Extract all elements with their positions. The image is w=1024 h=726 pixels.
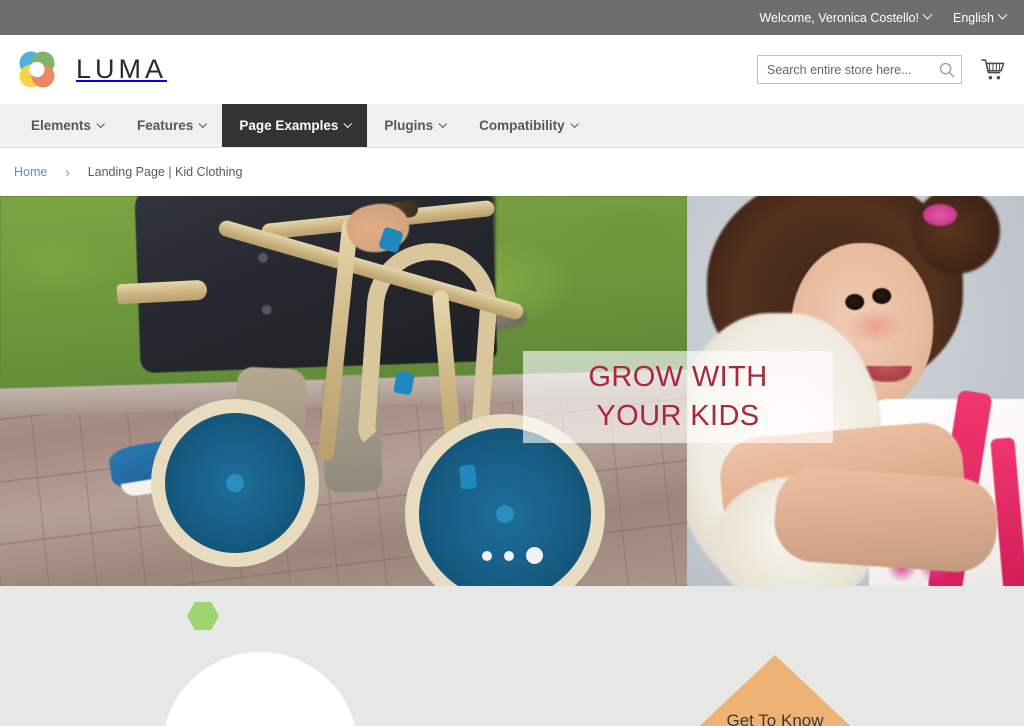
chevron-down-icon bbox=[922, 9, 933, 20]
nav-item-label: Compatibility bbox=[479, 118, 565, 133]
breadcrumb-current-page: Landing Page | Kid Clothing bbox=[87, 165, 243, 179]
search-button[interactable] bbox=[938, 61, 956, 79]
logo-link[interactable]: LUMA bbox=[14, 47, 167, 93]
site-header: LUMA bbox=[0, 35, 1024, 104]
girl-eye-left bbox=[845, 294, 865, 311]
carousel-dot-2[interactable] bbox=[503, 550, 514, 561]
nav-item-label: Page Examples bbox=[239, 118, 339, 133]
get-to-know-label: Get To Know bbox=[726, 711, 824, 726]
hero-banner: GROW WITH YOUR KIDS bbox=[0, 196, 1024, 586]
luma-logo-icon bbox=[14, 47, 60, 93]
breadcrumb-home-link[interactable]: Home bbox=[14, 165, 47, 179]
minicart-button[interactable] bbox=[980, 57, 1006, 83]
wheel-hub bbox=[492, 501, 519, 528]
green-hexagon-decoration bbox=[187, 602, 219, 630]
lower-content-section: Get To Know bbox=[0, 586, 1024, 726]
bike-blue-clamp bbox=[459, 464, 478, 490]
hero-caption-line1: GROW WITH bbox=[588, 360, 768, 393]
carousel-dot-1[interactable] bbox=[481, 550, 492, 561]
carousel-pagination bbox=[0, 547, 1024, 564]
hero-caption-overlay: GROW WITH YOUR KIDS bbox=[523, 351, 833, 443]
language-switcher[interactable]: English bbox=[953, 9, 1008, 25]
girl-hair-bow bbox=[922, 203, 957, 226]
carousel-dot-3-active[interactable] bbox=[525, 547, 543, 564]
chevron-down-icon bbox=[438, 119, 448, 128]
chevron-down-icon bbox=[96, 119, 105, 128]
nav-item-page-examples[interactable]: Page Examples bbox=[222, 104, 368, 147]
search-block bbox=[757, 55, 962, 84]
nav-item-features[interactable]: Features bbox=[120, 104, 222, 147]
logo-wordmark: LUMA bbox=[76, 54, 168, 84]
shopping-cart-icon bbox=[981, 59, 1005, 80]
bike-blue-clamp bbox=[393, 370, 415, 395]
top-panel: Welcome, Veronica Costello! English bbox=[0, 0, 1024, 35]
product-circle-card[interactable] bbox=[162, 652, 358, 726]
chevron-down-icon bbox=[343, 119, 353, 128]
get-to-know-tile[interactable]: Get To Know bbox=[690, 655, 860, 726]
bike-wheel-rear bbox=[151, 398, 320, 567]
girl-eye-right bbox=[872, 288, 892, 305]
nav-item-elements[interactable]: Elements bbox=[14, 104, 120, 147]
hero-caption-line2: YOUR KIDS bbox=[596, 400, 760, 432]
chevron-down-icon bbox=[997, 9, 1008, 20]
welcome-account-menu[interactable]: Welcome, Veronica Costello! bbox=[759, 9, 933, 25]
nav-item-label: Plugins bbox=[384, 118, 434, 133]
header-actions bbox=[757, 55, 1006, 84]
wheel-hub bbox=[222, 469, 249, 496]
nav-item-plugins[interactable]: Plugins bbox=[367, 104, 462, 147]
language-label: English bbox=[953, 10, 994, 25]
welcome-message: Welcome, Veronica Costello! bbox=[759, 10, 919, 25]
breadcrumb: Home › Landing Page | Kid Clothing bbox=[0, 148, 1024, 196]
nav-item-label: Features bbox=[137, 118, 194, 133]
nav-item-compatibility[interactable]: Compatibility bbox=[462, 104, 594, 147]
main-navigation: Elements Features Page Examples Plugins … bbox=[0, 104, 1024, 148]
girl-cheek bbox=[845, 308, 904, 344]
chevron-down-icon bbox=[570, 119, 579, 128]
search-input[interactable] bbox=[757, 55, 962, 84]
breadcrumb-separator-icon: › bbox=[65, 164, 70, 180]
chevron-down-icon bbox=[198, 119, 208, 128]
nav-item-label: Elements bbox=[31, 118, 92, 133]
